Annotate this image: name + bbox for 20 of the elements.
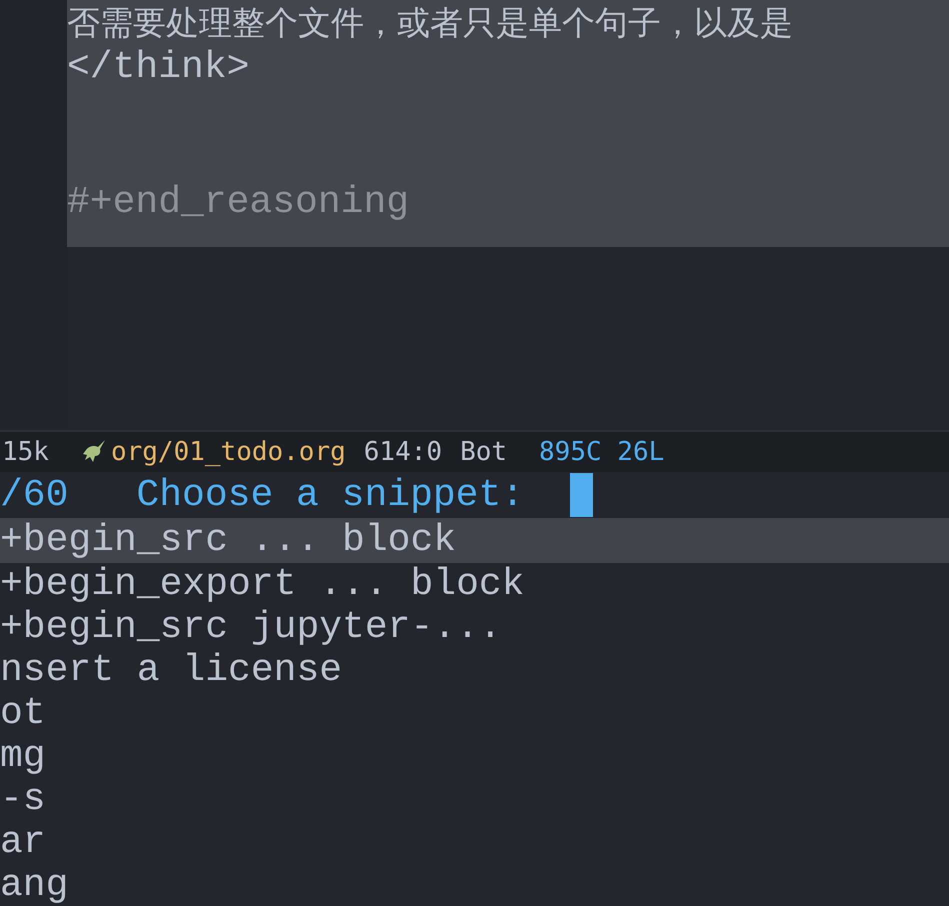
- cursor-position: 614:0: [364, 437, 442, 467]
- prompt: Choose a snippet:: [136, 474, 524, 516]
- comment-line: #+end_reasoning: [67, 180, 410, 225]
- code-line: </think>: [67, 45, 250, 90]
- candidate-item[interactable]: +begin_export ... block: [0, 563, 949, 606]
- candidate-item[interactable]: nsert a license: [0, 649, 949, 692]
- candidate-item[interactable]: mg: [0, 735, 949, 778]
- candidate-item[interactable]: +begin_src ... block: [0, 518, 949, 563]
- candidate-counter: /60: [0, 474, 68, 516]
- candidate-item[interactable]: ar: [0, 821, 949, 864]
- buffer-stats: 895C 26L: [539, 437, 664, 467]
- buffer-size: 15k: [2, 437, 49, 467]
- candidate-item[interactable]: ang: [0, 864, 949, 906]
- candidate-item[interactable]: +begin_src jupyter-...: [0, 606, 949, 649]
- candidate-item[interactable]: ot: [0, 692, 949, 735]
- candidate-item[interactable]: -s: [0, 778, 949, 821]
- code-line: 否需要处理整个文件，或者只是单个句子，以及是: [67, 2, 793, 44]
- file-name: org/01_todo.org: [110, 437, 346, 467]
- cursor: [570, 473, 594, 517]
- scroll-position: Bot: [460, 437, 508, 467]
